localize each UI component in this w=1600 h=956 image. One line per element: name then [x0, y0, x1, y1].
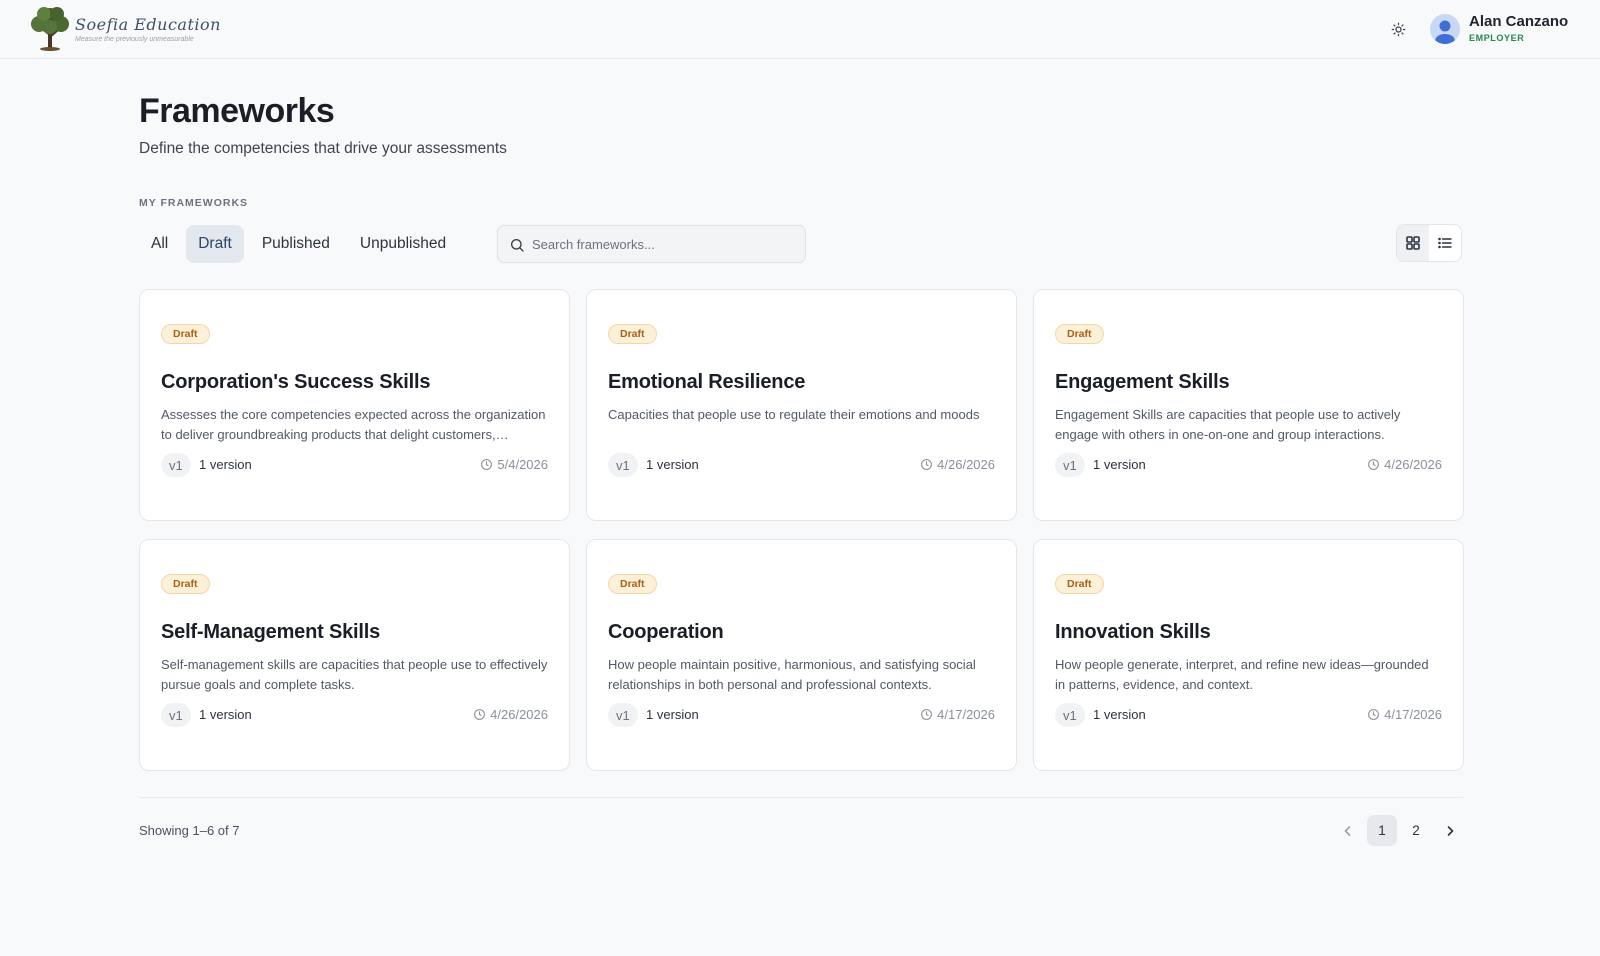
page-1-button[interactable]: 1 — [1367, 815, 1397, 846]
framework-card[interactable]: Draft Engagement Skills Engagement Skill… — [1033, 289, 1464, 521]
search-input[interactable] — [532, 226, 792, 262]
framework-grid: Draft Corporation's Success Skills Asses… — [139, 289, 1464, 771]
previous-page-button[interactable] — [1333, 815, 1363, 846]
version-count: 1 version — [199, 707, 252, 722]
clock-icon — [921, 709, 933, 720]
version-count: 1 version — [646, 707, 699, 722]
date-text: 4/26/2026 — [1384, 457, 1442, 472]
view-toggle — [1396, 224, 1462, 262]
version-count: 1 version — [646, 457, 699, 472]
top-bar: Soefia Education Measure the previously … — [0, 0, 1600, 59]
framework-card[interactable]: Draft Self-Management Skills Self-manage… — [139, 539, 570, 771]
tab-published[interactable]: Published — [250, 225, 342, 263]
framework-description: Capacities that people use to regulate t… — [608, 407, 980, 422]
version-count: 1 version — [199, 457, 252, 472]
status-badge: Draft — [1055, 324, 1104, 344]
updated-date: 4/26/2026 — [473, 707, 548, 722]
tab-unpublished[interactable]: Unpublished — [348, 225, 458, 263]
grid-view-button[interactable] — [1397, 225, 1429, 261]
theme-toggle-button[interactable] — [1386, 17, 1410, 41]
search-box[interactable] — [497, 225, 806, 263]
framework-card[interactable]: Draft Emotional Resilience Capacities th… — [586, 289, 1017, 521]
divider — [139, 797, 1463, 798]
brand-name: Soefia Education — [75, 15, 221, 34]
tab-draft[interactable]: Draft — [186, 225, 244, 263]
avatar — [1430, 14, 1460, 44]
date-text: 4/26/2026 — [937, 457, 995, 472]
user-role: EMPLOYER — [1469, 33, 1525, 43]
version-tag: v1 — [161, 703, 191, 727]
framework-description: Self-management skills are capacities th… — [161, 657, 548, 692]
brand-tagline: Measure the previously unmeasurable — [75, 36, 194, 43]
updated-date: 5/4/2026 — [480, 457, 548, 472]
version-count: 1 version — [1093, 707, 1146, 722]
list-icon — [1438, 237, 1452, 249]
page-title: Frameworks — [139, 92, 335, 130]
updated-date: 4/17/2026 — [1367, 707, 1442, 722]
clock-icon — [1368, 709, 1380, 720]
clock-icon — [481, 459, 493, 470]
search-icon — [511, 239, 524, 252]
framework-description: How people generate, interpret, and refi… — [1055, 657, 1429, 692]
section-label: MY FRAMEWORKS — [139, 197, 249, 209]
status-badge: Draft — [608, 574, 657, 594]
tree-logo-icon — [31, 7, 69, 51]
date-text: 4/17/2026 — [937, 707, 995, 722]
framework-card[interactable]: Draft Innovation Skills How people gener… — [1033, 539, 1464, 771]
framework-card[interactable]: Draft Corporation's Success Skills Asses… — [139, 289, 570, 521]
status-badge: Draft — [161, 324, 210, 344]
version-count: 1 version — [1093, 457, 1146, 472]
framework-card[interactable]: Draft Cooperation How people maintain po… — [586, 539, 1017, 771]
pagination: 1 2 — [1333, 815, 1465, 846]
framework-title: Emotional Resilience — [608, 371, 806, 393]
framework-title: Engagement Skills — [1055, 371, 1230, 393]
clock-icon — [921, 459, 933, 470]
page-subtitle: Define the competencies that drive your … — [139, 140, 507, 157]
user-name: Alan Canzano — [1469, 13, 1569, 30]
version-tag: v1 — [1055, 453, 1085, 477]
date-text: 5/4/2026 — [497, 457, 548, 472]
next-page-button[interactable] — [1435, 815, 1465, 846]
framework-description: Engagement Skills are capacities that pe… — [1055, 407, 1401, 442]
chevron-right-icon — [1447, 825, 1454, 836]
version-tag: v1 — [608, 703, 638, 727]
framework-title: Corporation's Success Skills — [161, 371, 431, 393]
status-badge: Draft — [1055, 574, 1104, 594]
clock-icon — [474, 709, 486, 720]
date-text: 4/26/2026 — [490, 707, 548, 722]
results-count: Showing 1–6 of 7 — [139, 823, 240, 838]
status-filter-tabs: All Draft Published Unpublished — [139, 225, 458, 263]
grid-icon — [1406, 236, 1420, 250]
framework-description: Assesses the core competencies expected … — [161, 407, 546, 442]
updated-date: 4/26/2026 — [1367, 457, 1442, 472]
user-icon — [1435, 20, 1455, 44]
version-tag: v1 — [1055, 703, 1085, 727]
framework-title: Innovation Skills — [1055, 621, 1211, 643]
framework-title: Cooperation — [608, 621, 724, 643]
chevron-left-icon — [1344, 825, 1351, 836]
date-text: 4/17/2026 — [1384, 707, 1442, 722]
status-badge: Draft — [161, 574, 210, 594]
sun-icon — [1391, 22, 1405, 36]
version-tag: v1 — [608, 453, 638, 477]
tab-all[interactable]: All — [139, 225, 180, 263]
clock-icon — [1368, 459, 1380, 470]
version-tag: v1 — [161, 453, 191, 477]
updated-date: 4/17/2026 — [920, 707, 995, 722]
list-view-button[interactable] — [1429, 225, 1461, 261]
page-2-button[interactable]: 2 — [1401, 815, 1431, 846]
brand-logo[interactable]: Soefia Education Measure the previously … — [28, 5, 221, 53]
framework-title: Self-Management Skills — [161, 621, 380, 643]
status-badge: Draft — [608, 324, 657, 344]
updated-date: 4/26/2026 — [920, 457, 995, 472]
framework-description: How people maintain positive, harmonious… — [608, 657, 976, 692]
